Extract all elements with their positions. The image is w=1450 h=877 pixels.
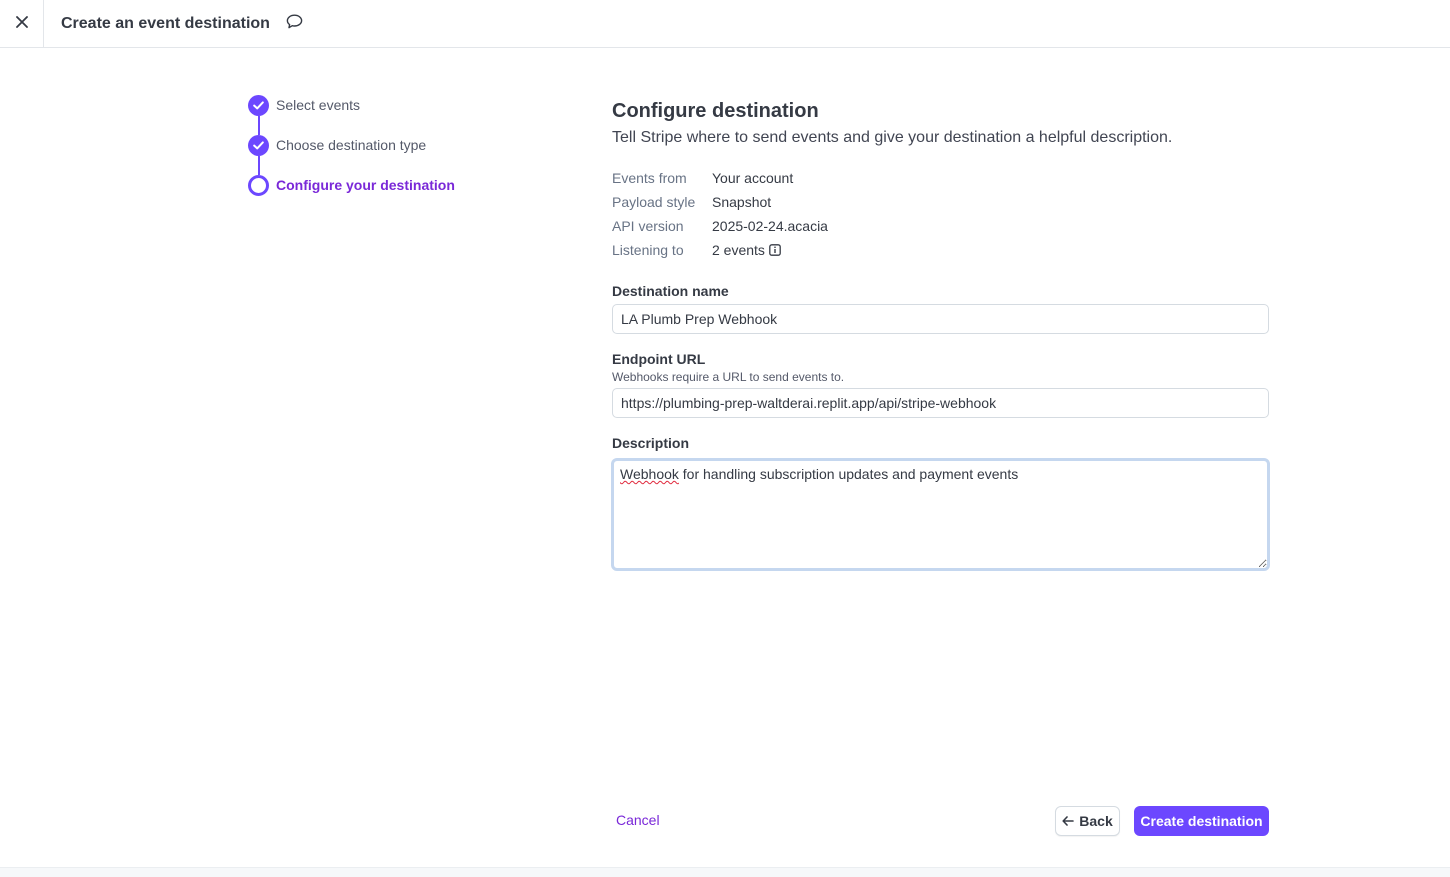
summary-key: Listening to (612, 242, 684, 258)
destination-summary: Events from Your account Payload style S… (612, 166, 1269, 262)
section-title: Configure destination (612, 100, 819, 122)
section-subtitle: Tell Stripe where to send events and giv… (612, 129, 1173, 146)
endpoint-url-help: Webhooks require a URL to send events to… (612, 370, 845, 384)
summary-row: Payload style Snapshot (612, 190, 1269, 214)
create-destination-button[interactable]: Create destination (1134, 806, 1269, 836)
back-button[interactable]: Back (1055, 806, 1120, 836)
info-icon[interactable] (769, 244, 781, 256)
summary-row: Listening to 2 events (612, 238, 1269, 262)
step-configure-destination: Configure your destination (248, 175, 455, 215)
current-step-circle-icon (248, 175, 269, 196)
back-label: Back (1079, 813, 1113, 829)
step-connector (258, 116, 260, 135)
destination-name-label: Destination name (612, 283, 729, 299)
page-title: Create an event destination (61, 14, 270, 32)
step-label: Select events (276, 97, 361, 113)
summary-row: Events from Your account (612, 166, 1269, 190)
step-label: Configure your destination (276, 177, 455, 193)
close-button[interactable] (0, 0, 44, 47)
description-field: Description Webhook for handling subscri… (611, 434, 1270, 576)
destination-name-input[interactable] (612, 304, 1269, 334)
summary-key: Events from (612, 170, 687, 186)
cancel-link[interactable]: Cancel (616, 812, 660, 828)
listening-count: 2 events (712, 242, 765, 258)
chat-bubble-icon (286, 14, 303, 34)
check-circle-icon (248, 135, 269, 156)
step-choose-destination-type[interactable]: Choose destination type (248, 135, 455, 175)
summary-key: Payload style (612, 194, 696, 210)
description-textarea[interactable] (611, 458, 1270, 571)
description-label: Description (612, 435, 690, 451)
summary-value: Snapshot (712, 194, 772, 210)
progress-stepper: Select events Choose destination type Co… (248, 95, 455, 215)
check-circle-icon (248, 95, 269, 116)
summary-value: Your account (712, 170, 794, 186)
summary-row: API version 2025-02-24.acacia (612, 214, 1269, 238)
arrow-left-icon (1062, 813, 1079, 829)
endpoint-url-label: Endpoint URL (612, 351, 706, 367)
step-label: Choose destination type (276, 137, 427, 153)
configure-destination-form: Configure destination Tell Stripe where … (611, 100, 1270, 571)
destination-name-field: Destination name (612, 282, 1269, 334)
summary-key: API version (612, 218, 684, 234)
summary-value: 2025-02-24.acacia (712, 218, 828, 234)
top-bar: Create an event destination (0, 0, 1450, 48)
bottom-edge (0, 867, 1450, 877)
feedback-button[interactable] (284, 13, 306, 35)
step-select-events[interactable]: Select events (248, 95, 455, 135)
endpoint-url-input[interactable] (612, 388, 1269, 418)
summary-value: 2 events (712, 242, 781, 258)
close-icon (15, 15, 28, 33)
endpoint-url-field: Endpoint URL Webhooks require a URL to s… (612, 350, 1269, 418)
step-connector (258, 156, 260, 175)
description-textarea-wrap: Webhook for handling subscription update… (611, 458, 1270, 576)
